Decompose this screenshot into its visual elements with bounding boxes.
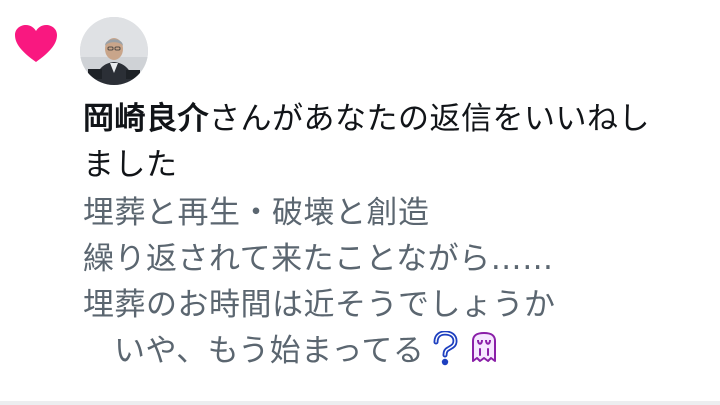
user-avatar-image: [80, 17, 148, 85]
notification-content: 岡崎良介さんがあなたの返信をいいねし ました 埋葬と再生・破壊と創造 繰り返されて…: [83, 96, 713, 374]
user-name-link[interactable]: 岡崎良介: [83, 101, 209, 137]
notification-text: 岡崎良介さんがあなたの返信をいいねし ました: [83, 96, 713, 188]
question-mark-emoji: [433, 331, 458, 366]
action-text-continued: ました: [83, 147, 178, 183]
reply-line: 繰り返されて来たことながら……: [83, 241, 554, 277]
notification-card[interactable]: 岡崎良介さんがあなたの返信をいいねし ました 埋葬と再生・破壊と創造 繰り返されて…: [0, 0, 720, 405]
reply-line-text: いや、もう始まってる: [114, 333, 425, 369]
reply-line: 埋葬のお時間は近そうでしょうか: [83, 287, 556, 323]
liked-reply-text[interactable]: 埋葬と再生・破壊と創造 繰り返されて来たことながら…… 埋葬のお時間は近そうでし…: [83, 190, 713, 374]
divider: [0, 401, 720, 405]
avatar[interactable]: [80, 17, 148, 85]
reply-line-last: いや、もう始まってる: [83, 328, 713, 374]
ghost-emoji: [472, 332, 497, 362]
action-text: さんがあなたの返信をいいねし: [209, 101, 650, 137]
heart-icon: [15, 25, 57, 62]
reply-line: 埋葬と再生・破壊と創造: [83, 195, 430, 231]
